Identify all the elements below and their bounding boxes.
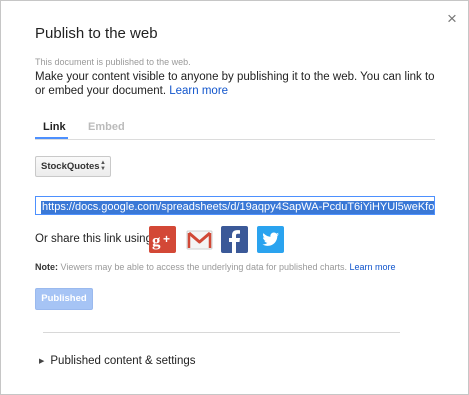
- svg-text:g: g: [152, 231, 161, 250]
- close-icon[interactable]: ×: [444, 10, 460, 27]
- google-plus-icon: g +: [149, 226, 176, 253]
- publish-description: Make your content visible to anyone by p…: [35, 70, 440, 98]
- expand-triangle-icon: ▶: [39, 358, 45, 365]
- published-content-settings-toggle[interactable]: ▶ Published content & settings: [39, 355, 196, 367]
- facebook-icon: [221, 226, 248, 253]
- twitter-icon: [257, 226, 284, 253]
- published-charts-note: Note: Viewers may be able to access the …: [35, 262, 396, 272]
- section-divider: [43, 332, 400, 333]
- gmail-icon: [186, 230, 213, 250]
- facebook-share-button[interactable]: [221, 226, 248, 253]
- note-label: Note:: [35, 262, 58, 272]
- dialog-title: Publish to the web: [35, 25, 158, 42]
- description-text: Make your content visible to anyone by p…: [35, 71, 435, 97]
- publish-tabs: Link Embed: [35, 118, 435, 140]
- google-plus-share-button[interactable]: g +: [149, 226, 176, 253]
- settings-label: Published content & settings: [50, 355, 196, 367]
- published-button[interactable]: Published: [35, 288, 93, 310]
- published-url-text: https://docs.google.com/spreadsheets/d/1…: [41, 201, 434, 214]
- tab-link[interactable]: Link: [43, 121, 66, 133]
- note-learn-more-link[interactable]: Learn more: [350, 262, 396, 272]
- twitter-share-button[interactable]: [257, 226, 284, 253]
- tab-embed[interactable]: Embed: [88, 121, 125, 133]
- learn-more-link[interactable]: Learn more: [169, 85, 228, 97]
- svg-text:+: +: [163, 232, 170, 246]
- active-tab-indicator: [35, 137, 68, 139]
- sheet-select-value: StockQuotes: [41, 161, 100, 172]
- published-url-field[interactable]: https://docs.google.com/spreadsheets/d/1…: [35, 196, 435, 215]
- sheet-select[interactable]: StockQuotes ▲ ▼: [35, 156, 111, 177]
- note-text: Viewers may be able to access the underl…: [58, 262, 350, 272]
- share-label: Or share this link using:: [35, 233, 156, 245]
- publish-dialog: Publish to the web × This document is pu…: [0, 0, 469, 395]
- gmail-share-button[interactable]: [186, 226, 213, 253]
- select-arrows-icon: ▲ ▼: [100, 160, 106, 172]
- publish-status-text: This document is published to the web.: [35, 57, 191, 67]
